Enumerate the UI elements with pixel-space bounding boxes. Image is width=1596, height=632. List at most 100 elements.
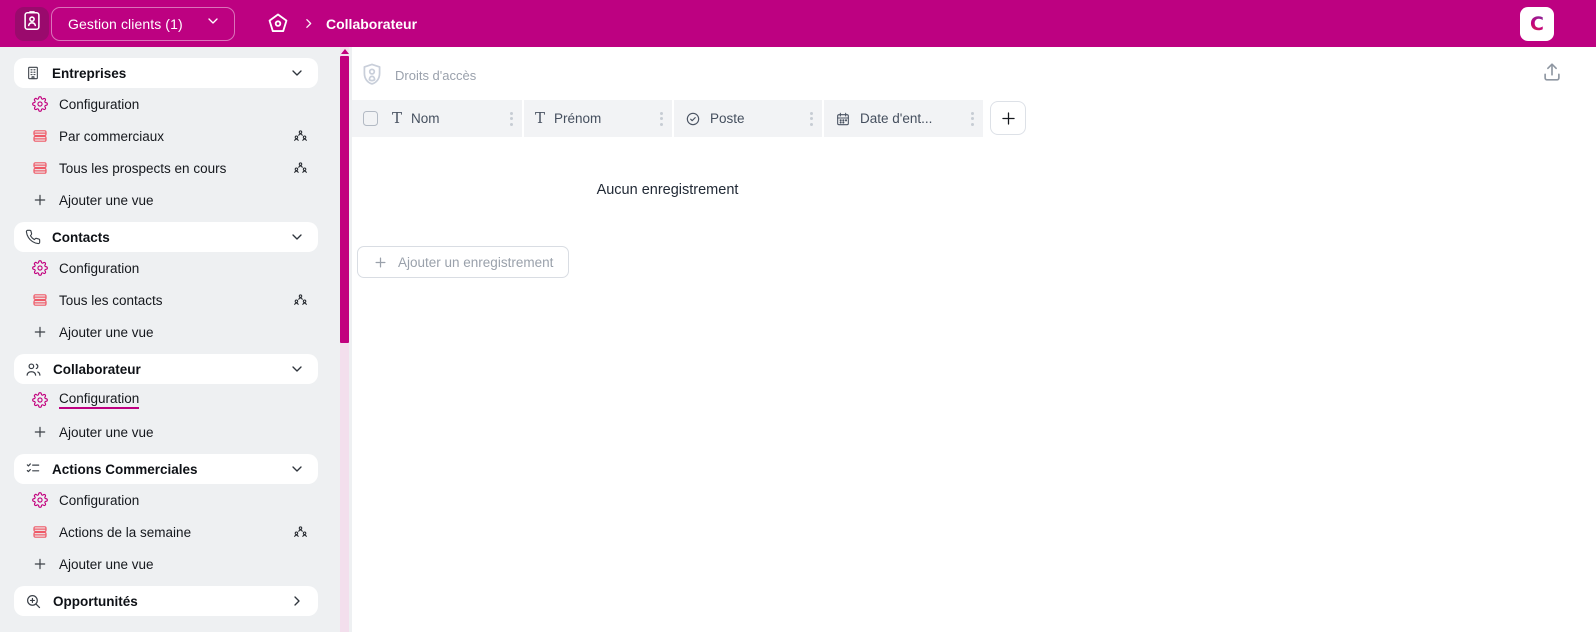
- sidebar-item-label: Configuration: [59, 391, 140, 409]
- sidebar-item-ajouter-une-vue[interactable]: Ajouter une vue: [0, 184, 352, 216]
- text-field-icon: T: [392, 109, 403, 127]
- sidebar-item-configuration[interactable]: Configuration: [0, 88, 352, 120]
- add-record-label: Ajouter un enregistrement: [398, 254, 554, 270]
- add-column-button[interactable]: [990, 101, 1026, 135]
- workspace-name: Gestion clients (1): [68, 15, 183, 32]
- user-avatar-button[interactable]: C: [1520, 6, 1554, 41]
- app-window: Gestion clients (1) Collaborateur C Entr: [0, 0, 1596, 632]
- sidebar-section-entreprises: Entreprises Configuration Par commerciaux T…: [0, 58, 352, 216]
- column-header-prenom[interactable]: T Prénom: [524, 100, 672, 137]
- plus-icon: [32, 556, 48, 572]
- sidebar-item-label: Ajouter une vue: [59, 556, 154, 572]
- gear-icon: [32, 96, 48, 112]
- column-header-date-d-ent[interactable]: Date d'ent...: [824, 100, 983, 137]
- sidebar-scrollbar-thumb[interactable]: [340, 56, 349, 343]
- sidebar-section-opportunites: Opportunités: [0, 586, 352, 616]
- section-label: Entreprises: [52, 65, 127, 81]
- column-header-nom[interactable]: T Nom: [352, 100, 522, 137]
- contact-book-icon: [21, 10, 43, 37]
- chevron-down-icon: [289, 461, 305, 477]
- scrollbar-up-arrow-icon[interactable]: [340, 49, 349, 54]
- sidebar-item-ajouter-une-vue[interactable]: Ajouter une vue: [0, 416, 352, 448]
- column-label: Date d'ent...: [860, 111, 933, 126]
- sidebar-section-header-collaborateur[interactable]: Collaborateur: [14, 354, 318, 384]
- table-header-row: T Nom T Prénom Poste Date d'ent...: [352, 100, 1596, 137]
- chevron-right-icon: [302, 17, 315, 30]
- group-icon: [293, 129, 308, 144]
- date-field-icon: [835, 111, 851, 127]
- group-icon: [293, 293, 308, 308]
- access-rights-label: Droits d'accès: [395, 67, 477, 83]
- breadcrumb-current: Collaborateur: [326, 15, 418, 32]
- column-header-poste[interactable]: Poste: [674, 100, 822, 137]
- sidebar-item-actions-de-la-semaine[interactable]: Actions de la semaine: [0, 516, 352, 548]
- sidebar-scrollbar-track[interactable]: [340, 47, 349, 632]
- users-icon: [25, 361, 42, 378]
- chevron-down-icon: [289, 229, 305, 245]
- column-menu-icon[interactable]: [969, 110, 976, 128]
- sidebar-section-collaborateur: Collaborateur Configuration Ajouter une vu…: [0, 354, 352, 448]
- table-rows-icon: [32, 524, 48, 540]
- shield-user-icon: [359, 62, 385, 88]
- column-menu-icon[interactable]: [808, 110, 815, 128]
- table-rows-icon: [32, 292, 48, 308]
- access-rights-button[interactable]: Droits d'accès: [352, 60, 476, 90]
- sidebar-item-label: Tous les prospects en cours: [59, 160, 227, 176]
- section-label: Contacts: [52, 229, 110, 245]
- table-rows-icon: [32, 128, 48, 144]
- plus-icon: [32, 424, 48, 440]
- sidebar-item-configuration[interactable]: Configuration: [0, 484, 352, 516]
- group-icon: [293, 525, 308, 540]
- sidebar-item-label: Actions de la semaine: [59, 524, 192, 540]
- sidebar-item-label: Configuration: [59, 492, 140, 508]
- column-menu-icon[interactable]: [658, 110, 665, 128]
- top-header: Gestion clients (1) Collaborateur C: [0, 0, 1596, 47]
- sidebar-section-header-actions-commerciales[interactable]: Actions Commerciales: [14, 454, 318, 484]
- plus-icon: [373, 255, 388, 270]
- section-label: Opportunités: [53, 593, 138, 609]
- workspace-selector[interactable]: Gestion clients (1): [51, 6, 235, 41]
- plus-icon: [32, 324, 48, 340]
- gear-icon: [32, 492, 48, 508]
- sidebar-section-actions-commerciales: Actions Commerciales Configuration Actions…: [0, 454, 352, 580]
- sidebar-item-label: Par commerciaux: [59, 128, 165, 144]
- sidebar-item-ajouter-une-vue[interactable]: Ajouter une vue: [0, 548, 352, 580]
- empty-state-message: Aucun enregistrement: [596, 182, 739, 198]
- gear-icon: [32, 260, 48, 276]
- column-label: Poste: [710, 111, 745, 126]
- sidebar-item-tous-les-prospects-en-cours[interactable]: Tous les prospects en cours: [0, 152, 352, 184]
- sidebar-section-contacts: Contacts Configuration Tous les contacts Aj…: [0, 222, 352, 348]
- sidebar-section-header-contacts[interactable]: Contacts: [14, 222, 318, 252]
- sidebar-sections: Entreprises Configuration Par commerciaux T…: [0, 58, 352, 616]
- sidebar-item-tous-les-contacts[interactable]: Tous les contacts: [0, 284, 352, 316]
- app-launcher-button[interactable]: [15, 6, 49, 41]
- home-icon[interactable]: [265, 11, 291, 37]
- phone-icon: [25, 229, 41, 245]
- zoom-plus-icon: [25, 593, 42, 610]
- chevron-down-icon: [289, 361, 305, 377]
- chevron-down-icon: [289, 65, 305, 81]
- sidebar-item-configuration[interactable]: Configuration: [0, 252, 352, 284]
- section-label: Collaborateur: [53, 361, 141, 377]
- checklist-icon: [25, 461, 41, 477]
- table-rows-icon: [32, 160, 48, 176]
- sidebar-item-par-commerciaux[interactable]: Par commerciaux: [0, 120, 352, 152]
- sidebar-item-label: Configuration: [59, 96, 140, 112]
- sidebar-item-label: Configuration: [59, 260, 140, 276]
- upload-icon[interactable]: [1541, 61, 1563, 83]
- text-field-icon: T: [535, 109, 546, 127]
- sidebar-item-label: Ajouter une vue: [59, 324, 154, 340]
- sidebar-section-header-entreprises[interactable]: Entreprises: [14, 58, 318, 88]
- add-record-button[interactable]: Ajouter un enregistrement: [357, 246, 570, 278]
- sidebar-item-label: Ajouter une vue: [59, 192, 154, 208]
- plus-icon: [999, 109, 1018, 128]
- sidebar-item-ajouter-une-vue[interactable]: Ajouter une vue: [0, 316, 352, 348]
- main-panel: Droits d'accès T Nom T Prénom Poste Date d'en…: [352, 47, 1596, 632]
- building-icon: [25, 65, 41, 81]
- sidebar-section-header-opportunites[interactable]: Opportunités: [14, 586, 318, 616]
- column-menu-icon[interactable]: [508, 110, 515, 128]
- select-field-icon: [685, 111, 701, 127]
- chevron-right-icon: [289, 593, 305, 609]
- sidebar-item-configuration[interactable]: Configuration: [0, 384, 352, 416]
- select-all-checkbox[interactable]: [363, 111, 378, 126]
